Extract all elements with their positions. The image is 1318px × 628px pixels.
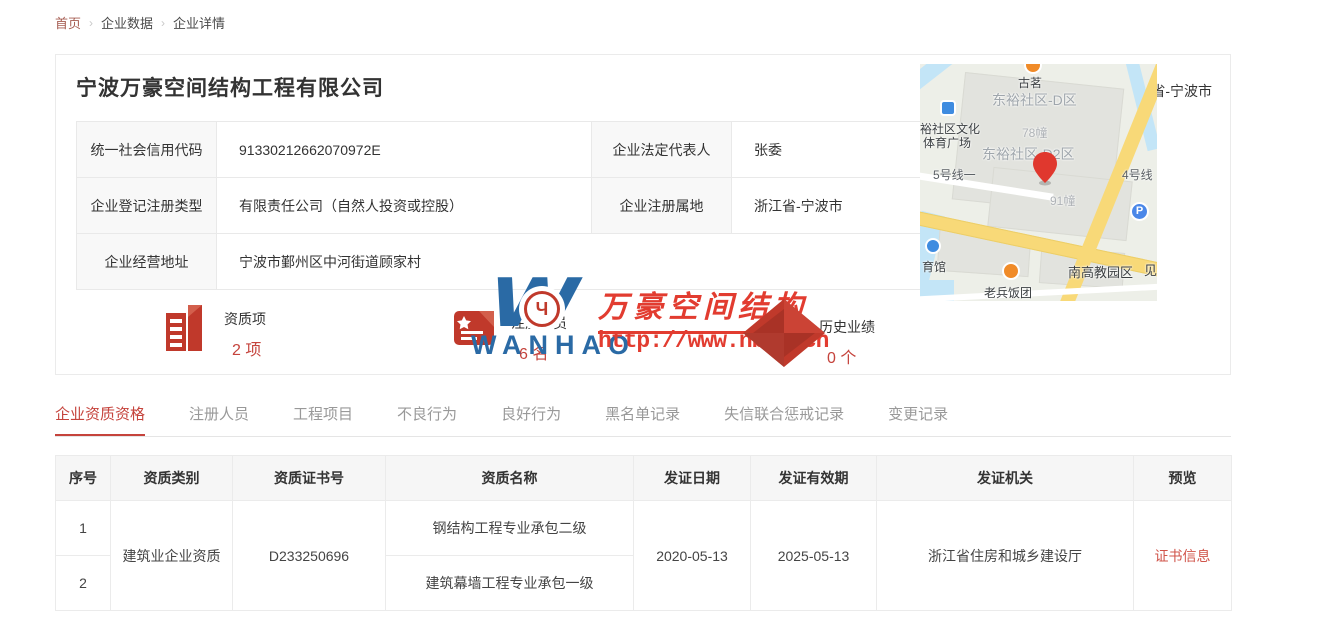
stat-personnel-value: 6 名 xyxy=(511,340,567,364)
cell-seq: 2 xyxy=(56,556,111,611)
tab-dishonesty[interactable]: 失信联合惩戒记录 xyxy=(724,403,844,436)
tab-registered-personnel[interactable]: 注册人员 xyxy=(189,403,249,436)
breadcrumb-separator-icon: › xyxy=(161,16,165,30)
cell-cert-no: D233250696 xyxy=(233,501,386,611)
map-poi-culture-icon xyxy=(940,100,956,116)
stat-qualifications-value: 2 项 xyxy=(224,336,266,360)
cell-seq: 1 xyxy=(56,501,111,556)
table-header-row: 序号 资质类别 资质证书号 资质名称 发证日期 发证有效期 发证机关 预览 xyxy=(56,456,1232,501)
credit-code-value: 91330212662070972E xyxy=(217,122,592,178)
map-road xyxy=(920,283,1157,301)
reg-type-label: 企业登记注册类型 xyxy=(77,178,217,234)
map-label-district-d2: 东裕社区-D2区 xyxy=(982,144,1075,164)
breadcrumb-enterprise-data-link[interactable]: 企业数据 xyxy=(101,13,153,32)
stat-personnel-label: 注册人员 xyxy=(511,313,567,333)
qualification-table: 序号 资质类别 资质证书号 资质名称 发证日期 发证有效期 发证机关 预览 1 … xyxy=(55,455,1232,611)
certificate-icon xyxy=(453,307,497,349)
address-value: 宁波市鄞州区中河街道顾家村 xyxy=(217,234,963,290)
header-authority: 发证机关 xyxy=(877,456,1134,501)
reg-region-label: 企业注册属地 xyxy=(592,178,732,234)
breadcrumb-separator-icon: › xyxy=(89,16,93,30)
map-label-restaurant: 老兵饭团 xyxy=(984,284,1032,301)
tab-qualifications[interactable]: 企业资质资格 xyxy=(55,403,145,436)
stat-history-performance: 历史业绩 0 个 xyxy=(743,299,875,368)
tab-projects[interactable]: 工程项目 xyxy=(293,403,353,436)
map-label-campus: 南高教园区 xyxy=(1068,262,1133,281)
map-poi-shop-icon xyxy=(1024,64,1042,74)
map-label-91: 91幢 xyxy=(1050,192,1075,209)
tab-blacklist[interactable]: 黑名单记录 xyxy=(605,403,680,436)
cell-name: 建筑幕墙工程专业承包一级 xyxy=(386,556,634,611)
cell-authority: 浙江省住房和城乡建设厅 xyxy=(877,501,1134,611)
enterprise-detail-page: 首页 › 企业数据 › 企业详情 宁波万豪空间结构工程有限公司 浙江省-宁波市 … xyxy=(0,0,1318,628)
legal-rep-label: 企业法定代表人 xyxy=(592,122,732,178)
tab-change-records[interactable]: 变更记录 xyxy=(888,403,948,436)
map-parking-icon: P xyxy=(1130,202,1149,221)
breadcrumb-current: 企业详情 xyxy=(173,13,225,32)
stat-history-label: 历史业绩 xyxy=(819,317,875,337)
credit-code-label: 统一社会信用代码 xyxy=(77,122,217,178)
cell-issue-date: 2020-05-13 xyxy=(634,501,751,611)
stat-history-value: 0 个 xyxy=(819,344,875,368)
header-cert-no: 资质证书号 xyxy=(233,456,386,501)
stat-qualifications-label: 资质项 xyxy=(224,309,266,329)
map-label-gym: 育馆 xyxy=(922,258,946,275)
map-label-shop: 古茗 xyxy=(1018,74,1042,91)
map-label-78: 78幢 xyxy=(1022,124,1047,141)
header-category: 资质类别 xyxy=(111,456,233,501)
tab-good-behavior[interactable]: 良好行为 xyxy=(501,403,561,436)
cell-category: 建筑业企业资质 xyxy=(111,501,233,611)
header-seq: 序号 xyxy=(56,456,111,501)
map-location-pin[interactable] xyxy=(1032,152,1058,186)
diamond-icon xyxy=(743,299,825,372)
location-map[interactable]: P 古茗 东裕社区-D区 78幢 东裕社区-D2区 裕社区文化 体育广场 5号线… xyxy=(920,64,1157,301)
map-label-edge: 见心 xyxy=(1144,260,1157,279)
cell-valid-until: 2025-05-13 xyxy=(751,501,877,611)
map-label-district-d: 东裕社区-D区 xyxy=(992,90,1077,110)
breadcrumb: 首页 › 企业数据 › 企业详情 xyxy=(55,13,225,32)
stat-qualifications: 资质项 2 项 xyxy=(164,303,266,360)
building-icon xyxy=(164,303,210,353)
map-poi-gym-icon xyxy=(925,238,941,254)
map-label-line5: 5号线一 xyxy=(933,166,976,183)
reg-type-value: 有限责任公司（自然人投资或控股） xyxy=(217,178,592,234)
map-label-line4: 4号线 xyxy=(1122,166,1153,183)
header-preview: 预览 xyxy=(1134,456,1232,501)
header-valid-until: 发证有效期 xyxy=(751,456,877,501)
header-issue-date: 发证日期 xyxy=(634,456,751,501)
address-label: 企业经营地址 xyxy=(77,234,217,290)
tab-bad-behavior[interactable]: 不良行为 xyxy=(397,403,457,436)
header-name: 资质名称 xyxy=(386,456,634,501)
company-info-table: 统一社会信用代码 91330212662070972E 企业法定代表人 张委 企… xyxy=(76,121,963,290)
map-label-culture-2: 体育广场 xyxy=(923,134,971,151)
certificate-info-link[interactable]: 证书信息 xyxy=(1134,501,1232,611)
breadcrumb-home-link[interactable]: 首页 xyxy=(55,13,81,32)
map-poi-restaurant-icon xyxy=(1002,262,1020,280)
cell-name: 钢结构工程专业承包二级 xyxy=(386,501,634,556)
detail-tabs: 企业资质资格 注册人员 工程项目 不良行为 良好行为 黑名单记录 失信联合惩戒记… xyxy=(55,403,1231,437)
company-name: 宁波万豪空间结构工程有限公司 xyxy=(76,72,384,102)
table-row: 1 建筑业企业资质 D233250696 钢结构工程专业承包二级 2020-05… xyxy=(56,501,1232,556)
stat-registered-personnel: 注册人员 6 名 xyxy=(453,307,567,364)
